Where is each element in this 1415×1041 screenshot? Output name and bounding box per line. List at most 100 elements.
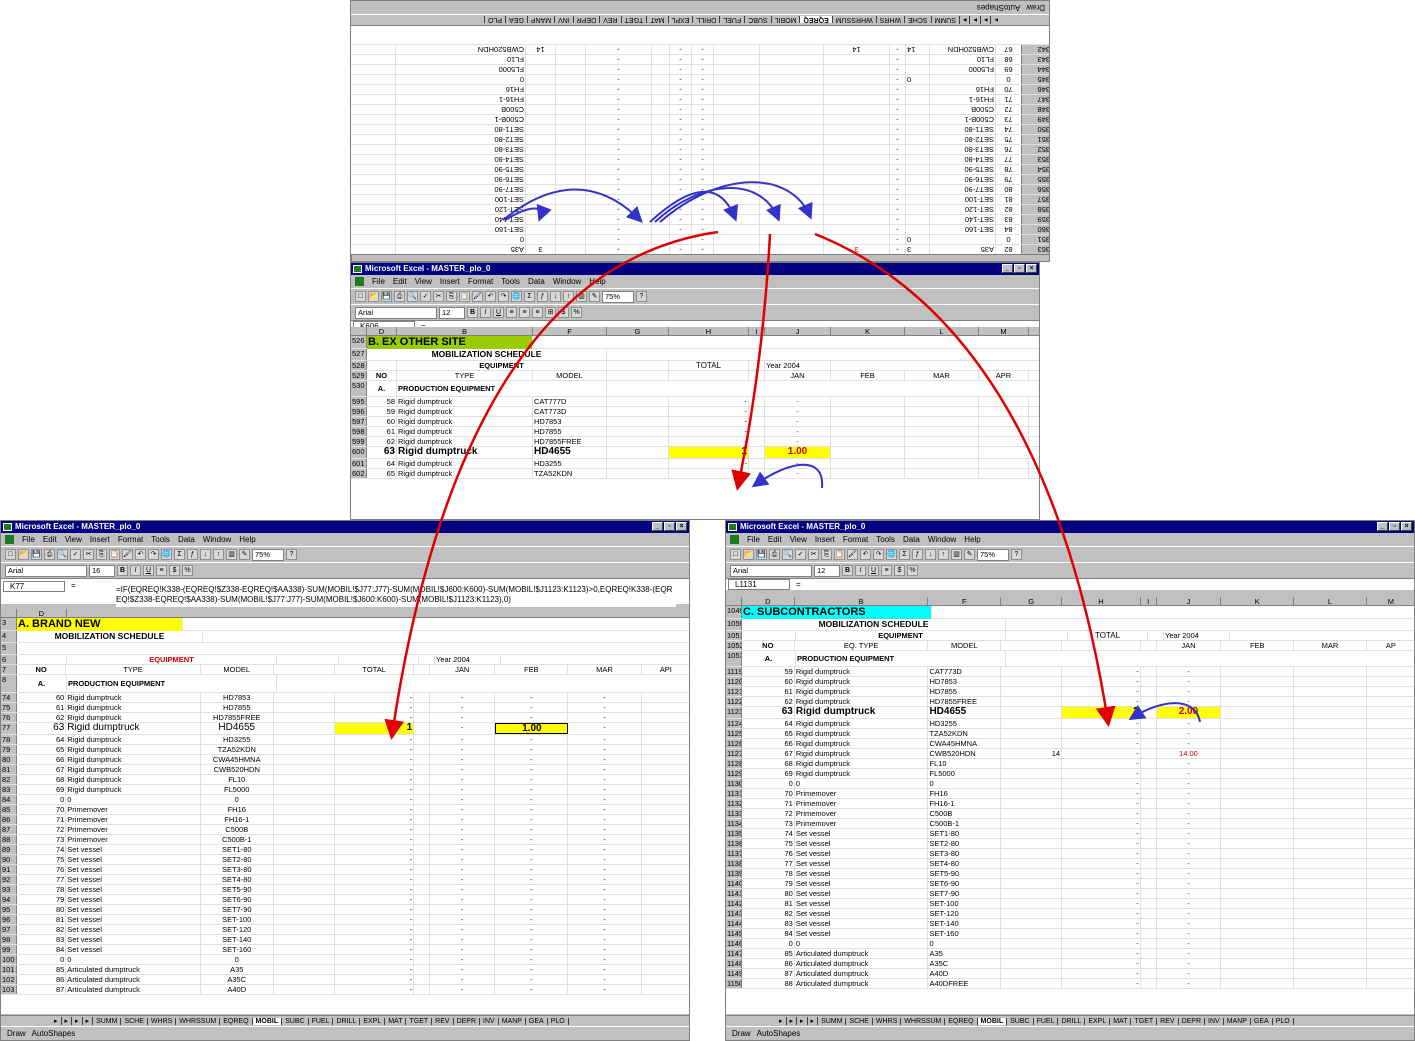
spellcheck-icon[interactable]: ✓ — [420, 291, 431, 302]
table-row[interactable]: 602 65 Rigid dumptruck TZA52KDN - - — [351, 469, 1039, 479]
last-sheet-icon[interactable]: ▸ — [958, 16, 970, 24]
redo-icon[interactable]: ↷ — [873, 549, 884, 560]
last-sheet-icon[interactable]: ▸ — [808, 1017, 819, 1025]
menu-item[interactable]: Edit — [393, 277, 407, 286]
prev-sheet-icon[interactable]: ▸ — [787, 1017, 798, 1025]
underline-button[interactable]: U — [493, 307, 504, 318]
sheet-tab-drill[interactable]: DRILL — [333, 1017, 361, 1025]
menu-item[interactable]: Window — [203, 535, 231, 544]
sheet-tab-expl[interactable]: EXPL — [1085, 1017, 1111, 1025]
sheet-tab-depr[interactable]: DEPR — [572, 16, 600, 24]
sheet-tab-plo[interactable]: PLO — [484, 16, 506, 24]
table-row[interactable]: 97 82 Set vessel SET-120- - - - — [1, 925, 689, 935]
save-icon[interactable]: 💾 — [381, 291, 392, 302]
open-icon[interactable]: 📂 — [743, 549, 754, 560]
sheet-tab-subc[interactable]: SUBC — [1007, 1017, 1034, 1025]
table-row[interactable]: 1147 85 Articulated dumptruck A35- - — [726, 949, 1414, 959]
sheet-tab-drill[interactable]: DRILL — [692, 16, 720, 24]
table-row[interactable]: 596 59 Rigid dumptruck CAT773D - - — [351, 407, 1039, 417]
menu-item[interactable]: Insert — [815, 535, 835, 544]
table-row[interactable]: 1120 60 Rigid dumptruck HD7853- - — [726, 677, 1414, 687]
underline-button[interactable]: U — [868, 565, 879, 576]
table-row[interactable]: 81 67 Rigid dumptruck CWB520HDN - - - - — [1, 765, 689, 775]
eqreq-grid[interactable]: 363 82 A35 3-3- - -3 A35 351 0 0- - - -0 360 84 SET-160… — [351, 33, 1049, 261]
table-row[interactable]: 1143 82 Set vessel SET-120- - — [726, 909, 1414, 919]
table-row[interactable]: 351 75 SET2-80- - - - SET2-80 — [351, 134, 1049, 144]
table-row[interactable]: 1127 67 Rigid dumptruck CWB520HDN 14-14.00 — [726, 749, 1414, 759]
autoshapes-menu[interactable]: AutoShapes — [977, 3, 1021, 12]
chart-wizard-icon[interactable]: ▥ — [576, 291, 587, 302]
function-icon[interactable]: ƒ — [537, 291, 548, 302]
menu-item[interactable]: Data — [903, 535, 920, 544]
menu-item[interactable]: Format — [118, 535, 143, 544]
menu-item[interactable]: Tools — [876, 535, 895, 544]
redo-icon[interactable]: ↷ — [498, 291, 509, 302]
menu-item[interactable]: View — [790, 535, 807, 544]
table-row[interactable]: 1145 84 Set vessel SET-160- - — [726, 929, 1414, 939]
bold-button[interactable]: B — [117, 565, 128, 576]
font-size-select[interactable]: 12 — [814, 564, 840, 577]
table-row[interactable]: 1150 88 Articulated dumptruck A40DFREE - - — [726, 979, 1414, 989]
close-button[interactable]: × — [676, 522, 687, 531]
first-sheet-icon[interactable]: ▸ — [51, 1017, 62, 1025]
table-row[interactable]: 1131 70 Primemover FH16- - — [726, 789, 1414, 799]
prev-sheet-icon[interactable]: ▸ — [979, 16, 991, 24]
table-row[interactable]: 1148 86 Articulated dumptruck A35C - - — [726, 959, 1414, 969]
center-icon[interactable]: ≡ — [156, 565, 167, 576]
corner-cell[interactable] — [351, 327, 367, 335]
table-row[interactable]: 103 87 Articulated dumptruck A40D - - - - — [1, 985, 689, 995]
table-row[interactable]: 600 63 Rigid dumptruck HD4655 1 1.00 — [351, 447, 1039, 459]
menu-item[interactable]: Help — [964, 535, 980, 544]
sheet-tab-rev[interactable]: REV — [599, 16, 621, 24]
sheet-tab-eqreq[interactable]: EQREQ — [945, 1017, 978, 1025]
table-row[interactable]: 1137 76 Set vessel SET3-80- - — [726, 849, 1414, 859]
close-button[interactable]: × — [1026, 264, 1037, 273]
menu-item[interactable]: View — [415, 277, 432, 286]
sheet-tab-inv[interactable]: INV — [1205, 1017, 1224, 1025]
first-sheet-icon[interactable]: ▸ — [776, 1017, 787, 1025]
table-row[interactable]: 354 78 SET5-90- - - - SET5-90 — [351, 164, 1049, 174]
table-row[interactable]: 85 70 Primemover FH16- - - - — [1, 805, 689, 815]
sheet-tab-mat[interactable]: MAT — [1110, 1017, 1132, 1025]
print-icon[interactable]: ⎙ — [44, 549, 55, 560]
table-row[interactable]: 342 67 CWB520HDN 14-14- - -14 CWB520HDN — [351, 44, 1049, 54]
help-icon[interactable]: ? — [286, 549, 297, 560]
center-icon[interactable]: ≡ — [881, 565, 892, 576]
table-row[interactable]: 92 77 Set vessel SET4-80- - - - — [1, 875, 689, 885]
draw-menu[interactable]: Draw — [7, 1029, 26, 1038]
column-header[interactable]: M — [1367, 597, 1414, 606]
table-row[interactable]: 83 69 Rigid dumptruck FL5000- - - - — [1, 785, 689, 795]
sort-desc-icon[interactable]: ↑ — [563, 291, 574, 302]
column-header[interactable]: D — [367, 327, 397, 336]
menu-item[interactable]: File — [22, 535, 35, 544]
spellcheck-icon[interactable]: ✓ — [795, 549, 806, 560]
menu-item[interactable]: View — [65, 535, 82, 544]
sheet-tab-tget[interactable]: TGET — [406, 1017, 433, 1025]
table-row[interactable]: 1124 64 Rigid dumptruck HD3255- - — [726, 719, 1414, 729]
font-size-select[interactable]: 16 — [89, 564, 115, 577]
table-row[interactable]: 601 64 Rigid dumptruck HD3255- - — [351, 459, 1039, 469]
table-row[interactable]: 1128 68 Rigid dumptruck FL10- - — [726, 759, 1414, 769]
table-row[interactable]: 1138 77 Set vessel SET4-80- - — [726, 859, 1414, 869]
format-painter-icon[interactable]: 🖌 — [472, 291, 483, 302]
column-header[interactable]: B — [397, 327, 533, 336]
copy-icon[interactable]: ⎘ — [446, 291, 457, 302]
autosum-icon[interactable]: Σ — [524, 291, 535, 302]
currency-icon[interactable]: $ — [169, 565, 180, 576]
column-header[interactable]: K — [831, 327, 905, 336]
table-row[interactable]: 88 73 Primemover C500B-1- - - - — [1, 835, 689, 845]
column-header[interactable]: B — [795, 597, 929, 606]
sheet-tab-expl[interactable]: EXPL — [667, 16, 693, 24]
menu-item[interactable]: Window — [553, 277, 581, 286]
underline-button[interactable]: U — [143, 565, 154, 576]
font-size-select[interactable]: 12 — [439, 306, 465, 319]
font-select[interactable]: Arial — [730, 564, 812, 577]
table-row[interactable]: 96 81 Set vessel SET-100- - - - — [1, 915, 689, 925]
table-row[interactable]: 1136 75 Set vessel SET2-80- - — [726, 839, 1414, 849]
sheet-tab-drill[interactable]: DRILL — [1058, 1017, 1086, 1025]
cut-icon[interactable]: ✂ — [433, 291, 444, 302]
table-row[interactable]: 78 64 Rigid dumptruck HD3255- - - - — [1, 735, 689, 745]
table-row[interactable]: 89 74 Set vessel SET1-80- - - - — [1, 845, 689, 855]
column-header[interactable]: F — [928, 597, 1002, 606]
sheet-tab-manp[interactable]: MANP — [526, 16, 555, 24]
